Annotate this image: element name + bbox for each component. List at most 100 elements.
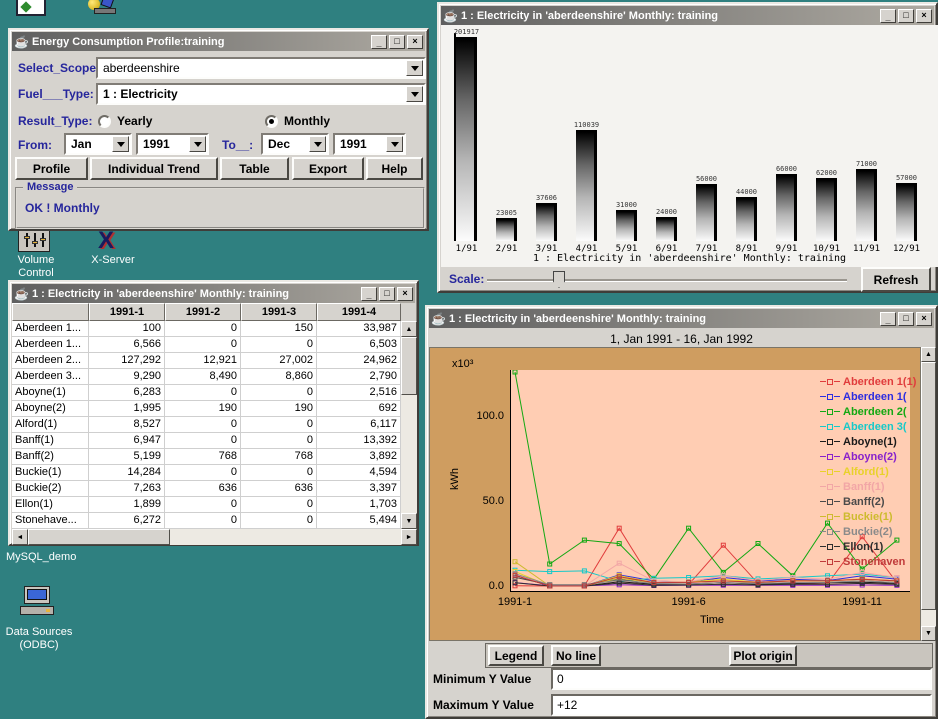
bar-chart-window-titlebar[interactable]: ☕ 1 : Electricity in 'aberdeenshire' Mon… bbox=[441, 6, 934, 25]
cell-value: 27,002 bbox=[241, 353, 317, 369]
column-header[interactable]: 1991-3 bbox=[241, 303, 317, 321]
maximize-button[interactable]: □ bbox=[898, 9, 914, 23]
legend-item: Aboyne(2) bbox=[820, 449, 916, 464]
fuel-type-combobox[interactable]: 1 : Electricity bbox=[96, 83, 426, 105]
legend-marker-line bbox=[834, 471, 840, 472]
legend-item: Ellon(1) bbox=[820, 539, 916, 554]
table-row[interactable]: Ellon(1)1,899001,703 bbox=[12, 497, 401, 513]
refresh-button[interactable]: Refresh bbox=[861, 267, 931, 292]
cell-value: 13,392 bbox=[317, 433, 401, 449]
legend-item: Aberdeen 3( bbox=[820, 419, 916, 434]
max-y-label: Maximum Y Value bbox=[433, 698, 534, 712]
chevron-down-icon[interactable] bbox=[386, 136, 403, 152]
minimize-button[interactable]: _ bbox=[361, 287, 377, 301]
line-chart-window-titlebar[interactable]: ☕ 1 : Electricity in 'aberdeenshire' Mon… bbox=[429, 309, 934, 328]
column-header[interactable] bbox=[12, 303, 89, 321]
bar-value-label: 66000 bbox=[766, 165, 807, 173]
column-header[interactable]: 1991-4 bbox=[317, 303, 401, 321]
monitor-icon bbox=[20, 586, 56, 618]
minimize-button[interactable]: _ bbox=[371, 35, 387, 49]
monthly-label[interactable]: Monthly bbox=[284, 114, 330, 128]
table-window-titlebar[interactable]: ☕ 1 : Electricity in 'aberdeenshire' Mon… bbox=[12, 284, 415, 303]
line-chart-window-title: 1 : Electricity in 'aberdeenshire' Month… bbox=[449, 313, 877, 325]
desktop-shortcut-icon-1[interactable] bbox=[16, 0, 46, 16]
data-sources-odbc-icon[interactable] bbox=[20, 586, 56, 618]
table-row[interactable]: Aberdeen 1...6,566006,503 bbox=[12, 337, 401, 353]
yearly-label[interactable]: Yearly bbox=[117, 114, 152, 128]
table-row[interactable]: Aboyne(2)1,995190190692 bbox=[12, 401, 401, 417]
scroll-left-icon[interactable]: ◄ bbox=[12, 529, 28, 545]
maximize-button[interactable]: □ bbox=[898, 312, 914, 326]
chevron-down-icon[interactable] bbox=[406, 86, 423, 102]
min-y-input[interactable]: 0 bbox=[551, 668, 932, 690]
chevron-down-icon[interactable] bbox=[406, 60, 423, 76]
column-header[interactable]: 1991-2 bbox=[165, 303, 241, 321]
legend: Aberdeen 1(1)Aberdeen 1(Aberdeen 2(Aberd… bbox=[820, 374, 916, 569]
column-header[interactable]: 1991-1 bbox=[89, 303, 165, 321]
bar-value-label: 110039 bbox=[566, 121, 607, 129]
help-button[interactable]: Help bbox=[366, 157, 423, 180]
chevron-down-icon[interactable] bbox=[309, 136, 326, 152]
java-app-icon: ☕ bbox=[431, 313, 446, 325]
from-year-combobox[interactable]: 1991 bbox=[136, 133, 209, 155]
scroll-up-icon[interactable]: ▲ bbox=[921, 347, 936, 362]
chevron-down-icon[interactable] bbox=[112, 136, 129, 152]
scale-slider-thumb[interactable] bbox=[553, 271, 565, 288]
export-button[interactable]: Export bbox=[292, 157, 364, 180]
to-label: To__: bbox=[222, 138, 253, 152]
plot-origin-button[interactable]: Plot origin bbox=[729, 645, 797, 666]
from-month-value: Jan bbox=[71, 137, 92, 151]
profile-window-titlebar[interactable]: ☕ Energy Consumption Profile:training _ … bbox=[12, 32, 425, 51]
desktop-shortcut-icon-2[interactable] bbox=[84, 0, 122, 18]
line-chart-window: ☕ 1 : Electricity in 'aberdeenshire' Mon… bbox=[425, 305, 938, 719]
horizontal-scrollbar-thumb[interactable] bbox=[28, 529, 170, 545]
table-row[interactable]: Stonehave...6,272005,494 bbox=[12, 513, 401, 529]
x-server-icon[interactable]: X bbox=[98, 228, 114, 254]
minimize-button[interactable]: _ bbox=[880, 312, 896, 326]
chart-vertical-scrollbar[interactable]: ▲ ▼ bbox=[921, 347, 936, 641]
bar bbox=[656, 217, 677, 241]
vertical-scrollbar-thumb[interactable] bbox=[401, 337, 417, 395]
horizontal-scrollbar[interactable]: ◄ ► bbox=[12, 529, 417, 545]
vertical-scrollbar[interactable]: ▲ ▼ bbox=[401, 321, 417, 529]
yearly-radio[interactable] bbox=[98, 115, 111, 128]
close-button[interactable]: × bbox=[916, 312, 932, 326]
profile-button[interactable]: Profile bbox=[15, 157, 88, 180]
table-row[interactable]: Buckie(2)7,2636366363,397 bbox=[12, 481, 401, 497]
to-year-combobox[interactable]: 1991 bbox=[333, 133, 406, 155]
scroll-up-icon[interactable]: ▲ bbox=[401, 321, 417, 337]
maximize-button[interactable]: □ bbox=[379, 287, 395, 301]
chart-scrollbar-thumb[interactable] bbox=[921, 362, 936, 610]
table-row[interactable]: Aboyne(1)6,283002,516 bbox=[12, 385, 401, 401]
table-row[interactable]: Alford(1)8,527006,117 bbox=[12, 417, 401, 433]
close-button[interactable]: × bbox=[397, 287, 413, 301]
mysql-demo-label[interactable]: MySQL_demo bbox=[6, 551, 76, 563]
max-y-input[interactable]: +12 bbox=[551, 694, 932, 716]
close-button[interactable]: × bbox=[916, 9, 932, 23]
monthly-radio[interactable] bbox=[265, 115, 278, 128]
scroll-down-icon[interactable]: ▼ bbox=[401, 513, 417, 529]
chevron-down-icon[interactable] bbox=[189, 136, 206, 152]
scroll-right-icon[interactable]: ► bbox=[401, 529, 417, 545]
minimize-button[interactable]: _ bbox=[880, 9, 896, 23]
maximize-button[interactable]: □ bbox=[389, 35, 405, 49]
table-row[interactable]: Aberdeen 3...9,2908,4908,8602,790 bbox=[12, 369, 401, 385]
table-row[interactable]: Banff(2)5,1997687683,892 bbox=[12, 449, 401, 465]
table-row[interactable]: Aberdeen 2...127,29212,92127,00224,962 bbox=[12, 353, 401, 369]
scope-combobox[interactable]: aberdeenshire bbox=[96, 57, 426, 79]
table-row[interactable]: Aberdeen 1...100015033,987 bbox=[12, 321, 401, 337]
legend-button[interactable]: Legend bbox=[488, 645, 544, 666]
individual-trend-button[interactable]: Individual Trend bbox=[90, 157, 218, 180]
to-month-combobox[interactable]: Dec bbox=[261, 133, 329, 155]
from-month-combobox[interactable]: Jan bbox=[64, 133, 132, 155]
close-button[interactable]: × bbox=[407, 35, 423, 49]
table-button[interactable]: Table bbox=[220, 157, 289, 180]
scale-slider[interactable] bbox=[487, 279, 847, 282]
cell-value: 4,594 bbox=[317, 465, 401, 481]
scroll-down-icon[interactable]: ▼ bbox=[921, 626, 936, 641]
table-row[interactable]: Buckie(1)14,284004,594 bbox=[12, 465, 401, 481]
table-row[interactable]: Banff(1)6,9470013,392 bbox=[12, 433, 401, 449]
bar-value-label: 23005 bbox=[486, 209, 527, 217]
no-line-button[interactable]: No line bbox=[551, 645, 601, 666]
volume-control-icon[interactable] bbox=[18, 228, 50, 252]
